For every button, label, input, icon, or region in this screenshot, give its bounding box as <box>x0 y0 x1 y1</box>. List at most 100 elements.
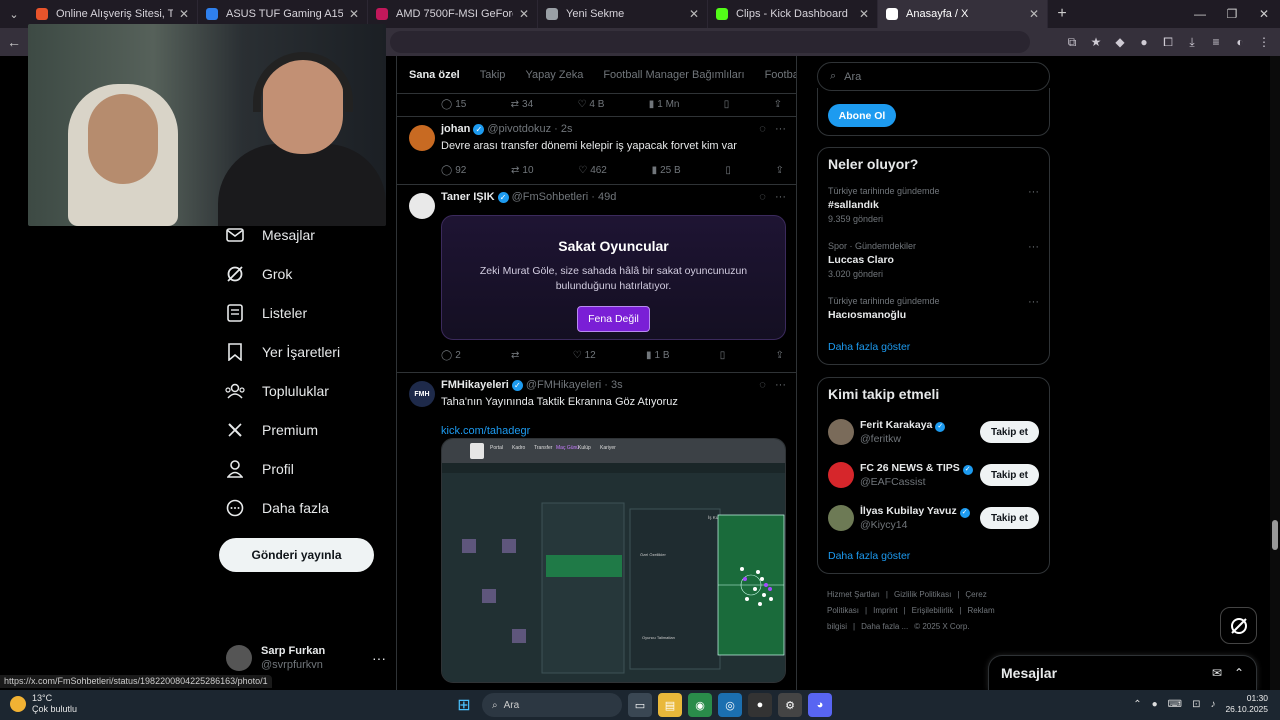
extension-icon[interactable]: ◆ <box>1110 35 1130 49</box>
nav-item-premium[interactable]: Premium <box>219 410 389 449</box>
volume-icon[interactable]: ♪ <box>1210 699 1215 710</box>
tab-search-chevron-icon[interactable]: ⌄ <box>0 8 28 21</box>
close-window-icon[interactable]: ✕ <box>1248 0 1280 28</box>
bookmark-star-icon[interactable]: ★ <box>1086 35 1106 49</box>
tweet-author-handle[interactable]: @FMHikayeleri <box>526 379 601 391</box>
restore-icon[interactable]: ❐ <box>1216 0 1248 28</box>
close-tab-icon[interactable]: ✕ <box>179 7 189 21</box>
tweet-author-name[interactable]: FMHikayeleri <box>441 379 509 391</box>
bookmark-button[interactable]: ▯ <box>720 350 726 361</box>
promo-button[interactable]: Fena Değil <box>577 306 650 332</box>
tweet-author-handle[interactable]: @pivotdokuz <box>487 123 551 135</box>
media-icon[interactable]: ≡ <box>1206 35 1226 49</box>
bookmark-button[interactable]: ▯ <box>725 165 731 176</box>
reply-button[interactable]: ◯ 92 <box>441 165 466 176</box>
nav-item-listeler[interactable]: Listeler <box>219 293 389 332</box>
footer-link[interactable]: Erişilebilirlik <box>912 606 954 615</box>
expand-chevron-icon[interactable]: ⌃ <box>1234 666 1244 680</box>
nav-item-topluluklar[interactable]: Topluluklar <box>219 371 389 410</box>
more-dots-icon[interactable]: ··· <box>775 123 786 135</box>
reply-button[interactable]: ◯ 2 <box>441 350 461 361</box>
feed-tab[interactable]: Yapay Zeka <box>525 69 583 81</box>
tweet-author-name[interactable]: johan <box>441 123 470 135</box>
weather-widget[interactable]: 13°C Çok bulutlu <box>10 693 77 715</box>
extension-icon[interactable]: ● <box>1134 35 1154 49</box>
trend-item[interactable]: Türkiye tarihinde gündemde Hacıosmanoğlu ·… <box>828 296 1039 324</box>
close-tab-icon[interactable]: ✕ <box>689 7 699 21</box>
bookmark-button[interactable]: ▯ <box>724 99 730 110</box>
profile-avatar-icon[interactable]: ◐ <box>1230 35 1250 49</box>
chrome-icon[interactable]: ◉ <box>688 693 712 717</box>
file-explorer-icon[interactable]: ▤ <box>658 693 682 717</box>
app-icon[interactable]: ● <box>748 693 772 717</box>
browser-tab[interactable]: Yeni Sekme ✕ <box>538 0 708 28</box>
tweet[interactable]: FMH FMHikayeleri ✓ @FMHikayeleri · 3s ◌ … <box>397 373 796 690</box>
follow-button[interactable]: Takip et <box>980 507 1039 529</box>
more-dots-icon[interactable]: ··· <box>1028 186 1039 198</box>
network-icon[interactable]: ⊡ <box>1192 699 1200 710</box>
tweet-author-handle[interactable]: @FmSohbetleri <box>512 191 589 203</box>
tweet-author-name[interactable]: Taner IŞIK <box>441 191 495 203</box>
footer-link[interactable]: Imprint <box>873 606 897 615</box>
footer-link[interactable]: Gizlilik Politikası <box>894 590 951 599</box>
tweet[interactable]: johan ✓ @pivotdokuz · 2s ◌ ··· Devre ara… <box>397 117 796 185</box>
trend-item[interactable]: Spor · Gündemdekiler Luccas Claro 3.020 gö… <box>828 241 1039 279</box>
share-button[interactable]: ⇪ <box>774 99 782 110</box>
views-button[interactable]: ▮ 25 B <box>652 165 681 176</box>
grok-explain-icon[interactable]: ◌ <box>759 379 766 391</box>
tray-chevron-icon[interactable]: ⌃ <box>1133 699 1141 710</box>
feed-tab[interactable]: Sana özel <box>409 69 460 81</box>
mic-icon[interactable]: ● <box>1152 699 1158 710</box>
like-button[interactable]: ♡ 462 <box>578 165 607 176</box>
grok-explain-icon[interactable]: ◌ <box>759 123 766 135</box>
repost-button[interactable]: ⇄ 10 <box>511 165 534 176</box>
more-dots-icon[interactable]: ··· <box>1028 241 1039 253</box>
footer-link[interactable]: Hizmet Şartları <box>827 590 880 599</box>
nav-item-grok[interactable]: Grok <box>219 254 389 293</box>
views-button[interactable]: ▮ 1 Mn <box>649 99 680 110</box>
more-dots-icon[interactable]: ··· <box>775 379 786 391</box>
repost-button[interactable]: ⇄ <box>511 350 522 361</box>
footer-link[interactable]: Daha fazla ... <box>861 622 908 631</box>
trend-item[interactable]: Türkiye tarihinde gündemde #sallandık 9.35… <box>828 186 1039 224</box>
subscribe-button[interactable]: Abone Ol <box>828 104 896 127</box>
tweet[interactable]: Taner IŞIK ✓ @FmSohbetleri · 49d ◌ ··· S… <box>397 185 796 373</box>
feed-tab[interactable]: Takip <box>480 69 506 81</box>
follow-button[interactable]: Takip et <box>980 421 1039 443</box>
follow-suggestion[interactable]: FC 26 NEWS & TIPS ✓ @EAFCassist Takip et <box>828 457 1039 493</box>
post-button[interactable]: Gönderi yayınla <box>219 538 374 572</box>
page-scrollbar[interactable] <box>1270 56 1280 690</box>
browser-tab[interactable]: Clips - Kick Dashboard ✕ <box>708 0 878 28</box>
steam-icon[interactable]: ◎ <box>718 693 742 717</box>
close-tab-icon[interactable]: ✕ <box>349 7 359 21</box>
footer-link[interactable]: © 2025 X Corp. <box>914 622 969 631</box>
close-tab-icon[interactable]: ✕ <box>1029 7 1039 21</box>
grok-explain-icon[interactable]: ◌ <box>759 191 766 203</box>
show-more-follow-link[interactable]: Daha fazla göster <box>828 550 910 562</box>
new-message-icon[interactable]: ✉ <box>1212 666 1222 680</box>
close-tab-icon[interactable]: ✕ <box>859 7 869 21</box>
avatar[interactable]: FMH <box>409 381 435 407</box>
tweet-time[interactable]: 2s <box>561 123 573 135</box>
tweet-link[interactable]: kick.com/tahadegr <box>441 425 786 437</box>
tweet-time[interactable]: 3s <box>611 379 623 391</box>
share-button[interactable]: ⇪ <box>776 350 784 361</box>
follow-suggestion[interactable]: Ferit Karakaya ✓ @feritkw Takip et <box>828 414 1039 450</box>
nav-item-daha-fazla[interactable]: Daha fazla <box>219 488 389 527</box>
taskbar-search[interactable]: ⌕ Ara <box>482 693 622 717</box>
nav-item-profil[interactable]: Profil <box>219 449 389 488</box>
repost-button[interactable]: ⇄ 34 <box>511 99 534 110</box>
start-button-icon[interactable]: ⊞ <box>452 693 476 717</box>
task-view-icon[interactable]: ▭ <box>628 693 652 717</box>
back-arrow-icon[interactable]: ← <box>0 34 28 50</box>
new-tab-button[interactable]: + <box>1048 5 1076 23</box>
tweet-media-image[interactable]: Portal Kadro Transfer Maç Günü Kulüp Kariyer … <box>441 438 786 683</box>
account-switcher[interactable]: Sarp Furkan @svrpfurkvn ··· <box>226 640 386 676</box>
feed-tab[interactable]: Football M <box>765 69 796 81</box>
avatar[interactable] <box>409 125 435 151</box>
nav-item-yer-i-şaretleri[interactable]: Yer İşaretleri <box>219 332 389 371</box>
follow-suggestion[interactable]: İlyas Kubilay Yavuz ✓ @Kiycy14 Takip et <box>828 500 1039 536</box>
like-button[interactable]: ♡ 12 <box>573 350 596 361</box>
menu-dots-icon[interactable]: ⋮ <box>1254 35 1274 49</box>
search-input[interactable]: ⌕ Ara <box>817 62 1050 91</box>
